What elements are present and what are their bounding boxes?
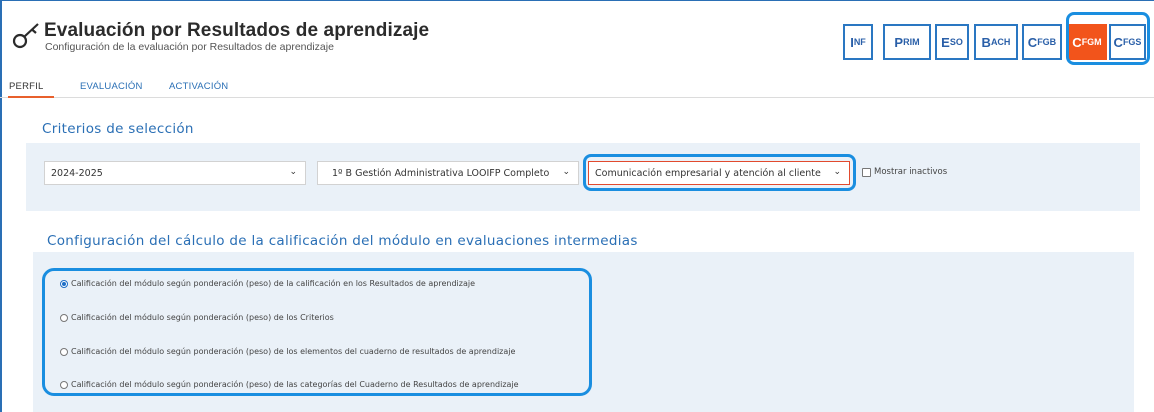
chevron-down-icon: ⌄ [289, 167, 297, 177]
level-button-eso[interactable]: E SO [935, 24, 969, 60]
level-label: P [894, 34, 904, 50]
level-button-bach[interactable]: B ACH [974, 24, 1018, 60]
tab-bar: PERFIL EVALUACIÓN ACTIVACIÓN [0, 80, 1154, 98]
year-select-value: 2024-2025 [51, 167, 103, 179]
year-select[interactable]: 2024-2025 ⌄ [44, 161, 306, 185]
level-button-inf[interactable]: I NF [843, 24, 873, 60]
group-select-value: 1º B Gestión Administrativa LOOIFP Compl… [332, 167, 550, 179]
module-highlight-box [583, 154, 856, 191]
key-icon [12, 23, 39, 49]
level-button-cfgb[interactable]: C FGB [1022, 24, 1062, 60]
tab-activacion[interactable]: ACTIVACIÓN [169, 81, 228, 92]
active-tab-indicator [8, 96, 54, 98]
tab-perfil[interactable]: PERFIL [9, 81, 43, 92]
options-highlight-box [42, 268, 592, 396]
level-label: E [941, 34, 950, 50]
level-label-suffix: NF [853, 37, 866, 47]
level-label-suffix: SO [949, 37, 963, 47]
chevron-down-icon: ⌄ [562, 167, 570, 177]
criteria-title: Criterios de selección [42, 121, 194, 137]
tab-evaluacion[interactable]: EVALUACIÓN [80, 81, 143, 92]
show-inactive-label: Mostrar inactivos [874, 167, 948, 177]
level-label: C [1027, 34, 1038, 50]
levels-highlight-box [1066, 12, 1150, 65]
level-label-suffix: ACH [990, 37, 1011, 47]
level-label-suffix: RIM [903, 37, 920, 47]
level-button-prim[interactable]: P RIM [883, 24, 931, 60]
level-label: B [981, 34, 991, 50]
group-select[interactable]: 1º B Gestión Administrativa LOOIFP Compl… [317, 161, 579, 185]
config-title: Configuración del cálculo de la califica… [47, 233, 638, 249]
page-title: Evaluación por Resultados de aprendizaje [44, 20, 430, 41]
show-inactive-checkbox[interactable] [862, 168, 871, 177]
level-label-suffix: FGB [1037, 37, 1057, 47]
page-subtitle: Configuración de la evaluación por Resul… [45, 41, 334, 53]
